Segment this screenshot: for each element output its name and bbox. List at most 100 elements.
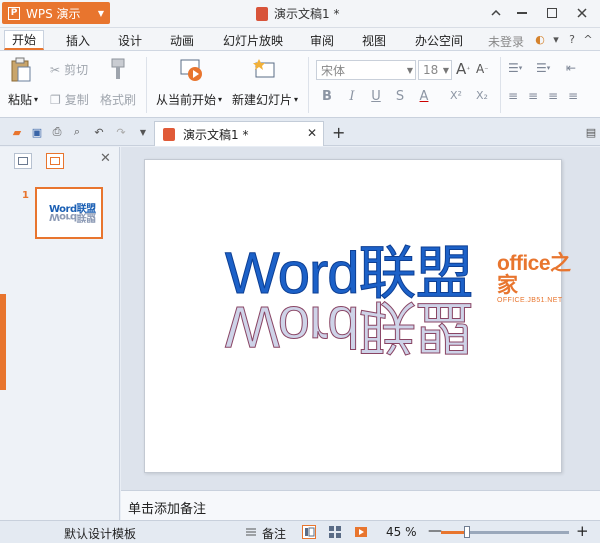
chevron-down-icon: ▼ [442, 65, 449, 75]
site-watermark: office之家 OFFICE.JB51.NET [497, 252, 587, 305]
play-from-current-icon[interactable] [178, 57, 204, 83]
tab-office-space[interactable]: 办公空间 [408, 30, 470, 50]
slide-sorter-icon[interactable] [328, 525, 342, 539]
app-name: WPS 演示 [26, 6, 81, 21]
minimize-button[interactable] [510, 2, 534, 24]
format-painter-icon[interactable] [106, 57, 128, 81]
wps-logo-icon: P [8, 6, 20, 20]
slide-number: 1 [22, 190, 29, 201]
shrink-font-button[interactable]: A ⁻ [476, 62, 488, 76]
tab-menu-icon[interactable]: ▤ [584, 125, 598, 139]
shadow-button[interactable]: S [392, 89, 408, 104]
font-size-select[interactable]: 18 ▼ [418, 60, 452, 80]
slides-view-tab[interactable] [46, 153, 64, 169]
status-bar: 默认设计模板 备注 45 % — + [0, 520, 600, 543]
align-right-button[interactable]: ≡ [548, 89, 558, 103]
align-left-button[interactable]: ≡ [508, 89, 518, 103]
maximize-button[interactable] [540, 2, 564, 24]
zoom-slider[interactable] [441, 526, 569, 538]
skin-icon[interactable]: ◐ [534, 33, 546, 46]
menu-bar: 开始 插入 设计 动画 幻灯片放映 审阅 视图 办公空间 未登录 ◐ ▾ ? ^ [0, 28, 600, 50]
slide-thumbnail[interactable]: Word联盟 Word联盟 [35, 187, 103, 239]
tab-slideshow[interactable]: 幻灯片放映 [218, 30, 288, 50]
ribbon-toolbar: 粘贴 ▾ ✂ 剪切 ❐ 复制 格式刷 从当前开始 ▾ 新建幻灯片 ▾ 宋体 ▼ 18 ▼ A ⁺… [0, 50, 600, 118]
watermark-url: OFFICE.JB51.NET [497, 297, 563, 304]
bold-button[interactable]: B [319, 89, 335, 104]
panel-toggle-handle[interactable] [0, 294, 6, 390]
slide-canvas-area: Word联盟 Word联盟 [121, 147, 600, 490]
tab-insert[interactable]: 插入 [58, 30, 98, 50]
italic-button[interactable]: I [344, 89, 360, 104]
copy-button[interactable]: ❐ 复制 [50, 91, 89, 108]
chevron-up-icon [491, 10, 501, 16]
minimize-icon [517, 12, 527, 14]
title-bar: P WPS 演示 ▼ 演示文稿1 * [0, 0, 600, 28]
help-icon[interactable]: ? [566, 33, 578, 46]
paste-button[interactable]: 粘贴 ▾ [8, 91, 38, 108]
chevron-down-icon: ▼ [97, 8, 104, 18]
new-slide-button[interactable]: 新建幻灯片 ▾ [232, 91, 298, 108]
customize-dropdown-icon[interactable]: ▼ [136, 125, 150, 139]
slides-panel: ✕ 1 Word联盟 Word联盟 [0, 147, 120, 520]
outline-view-tab[interactable] [14, 153, 32, 169]
document-tab[interactable]: 演示文稿1 * ✕ [154, 121, 324, 146]
watermark-logo-text: office之家 [497, 252, 571, 297]
copy-icon: ❐ [50, 92, 61, 107]
notes-pane[interactable]: 单击添加备注 [121, 490, 600, 520]
zoom-slider-knob[interactable] [463, 526, 470, 538]
cut-button[interactable]: ✂ 剪切 [50, 61, 88, 78]
grow-font-button[interactable]: A ⁺ [456, 60, 471, 78]
format-painter-button[interactable]: 格式刷 [100, 91, 136, 108]
new-tab-button[interactable]: + [332, 123, 345, 142]
decrease-indent-button[interactable]: ⇤ [566, 61, 576, 75]
ribbon-separator [146, 57, 147, 113]
font-color-button[interactable]: A [416, 89, 432, 104]
zoom-in-button[interactable]: + [576, 522, 589, 540]
save-icon[interactable]: ▣ [30, 125, 44, 139]
tab-review[interactable]: 审阅 [302, 30, 342, 50]
collapse-ribbon-button[interactable] [484, 2, 508, 24]
undo-icon[interactable]: ↶ [92, 125, 106, 139]
design-template-label[interactable]: 默认设计模板 [64, 525, 136, 542]
from-current-button[interactable]: 从当前开始 ▾ [156, 91, 222, 108]
tab-home[interactable]: 开始 [4, 30, 44, 50]
align-center-button[interactable]: ≡ [528, 89, 538, 103]
close-icon[interactable]: ✕ [100, 151, 111, 166]
tab-design[interactable]: 设计 [110, 30, 150, 50]
zoom-out-button[interactable]: — [428, 523, 442, 539]
tab-animation[interactable]: 动画 [162, 30, 202, 50]
wordart-reflection: Word联盟 [225, 294, 474, 360]
open-folder-icon[interactable]: ▰ [10, 125, 24, 139]
print-preview-icon[interactable]: ⌕ [70, 125, 84, 139]
presentation-file-icon [256, 6, 268, 21]
tab-view[interactable]: 视图 [354, 30, 394, 50]
app-menu-button[interactable]: P WPS 演示 ▼ [2, 2, 110, 24]
print-icon[interactable]: ⎙ [50, 125, 64, 139]
slideshow-play-icon[interactable] [354, 525, 368, 539]
subscript-button[interactable]: X₂ [474, 89, 490, 102]
notes-placeholder: 单击添加备注 [128, 502, 207, 517]
normal-view-icon[interactable] [302, 525, 316, 539]
presentation-file-icon [163, 127, 175, 141]
login-status[interactable]: 未登录 [488, 33, 524, 50]
new-slide-icon[interactable] [252, 57, 278, 83]
window-title: 演示文稿1 * [256, 5, 339, 22]
font-name-select[interactable]: 宋体 ▼ [316, 60, 416, 80]
bullet-list-button[interactable]: ☰ ▾ [508, 61, 522, 75]
shirt-icon[interactable]: ▾ [550, 33, 562, 46]
maximize-icon [547, 8, 557, 18]
close-button[interactable] [570, 2, 594, 24]
redo-icon[interactable]: ↷ [114, 125, 128, 139]
underline-button[interactable]: U [368, 89, 384, 104]
paste-icon[interactable] [10, 57, 32, 83]
superscript-button[interactable]: X² [448, 89, 464, 102]
zoom-level[interactable]: 45 % [386, 525, 417, 539]
numbered-list-button[interactable]: ☰ ▾ [536, 61, 550, 75]
ribbon-collapse-icon[interactable]: ^ [582, 33, 594, 46]
document-title: 演示文稿1 * [274, 7, 340, 21]
notes-icon[interactable] [244, 525, 258, 539]
slide[interactable]: Word联盟 Word联盟 [144, 159, 562, 473]
justify-button[interactable]: ≡ [568, 89, 578, 103]
close-tab-icon[interactable]: ✕ [307, 126, 317, 140]
notes-button[interactable]: 备注 [262, 525, 286, 542]
